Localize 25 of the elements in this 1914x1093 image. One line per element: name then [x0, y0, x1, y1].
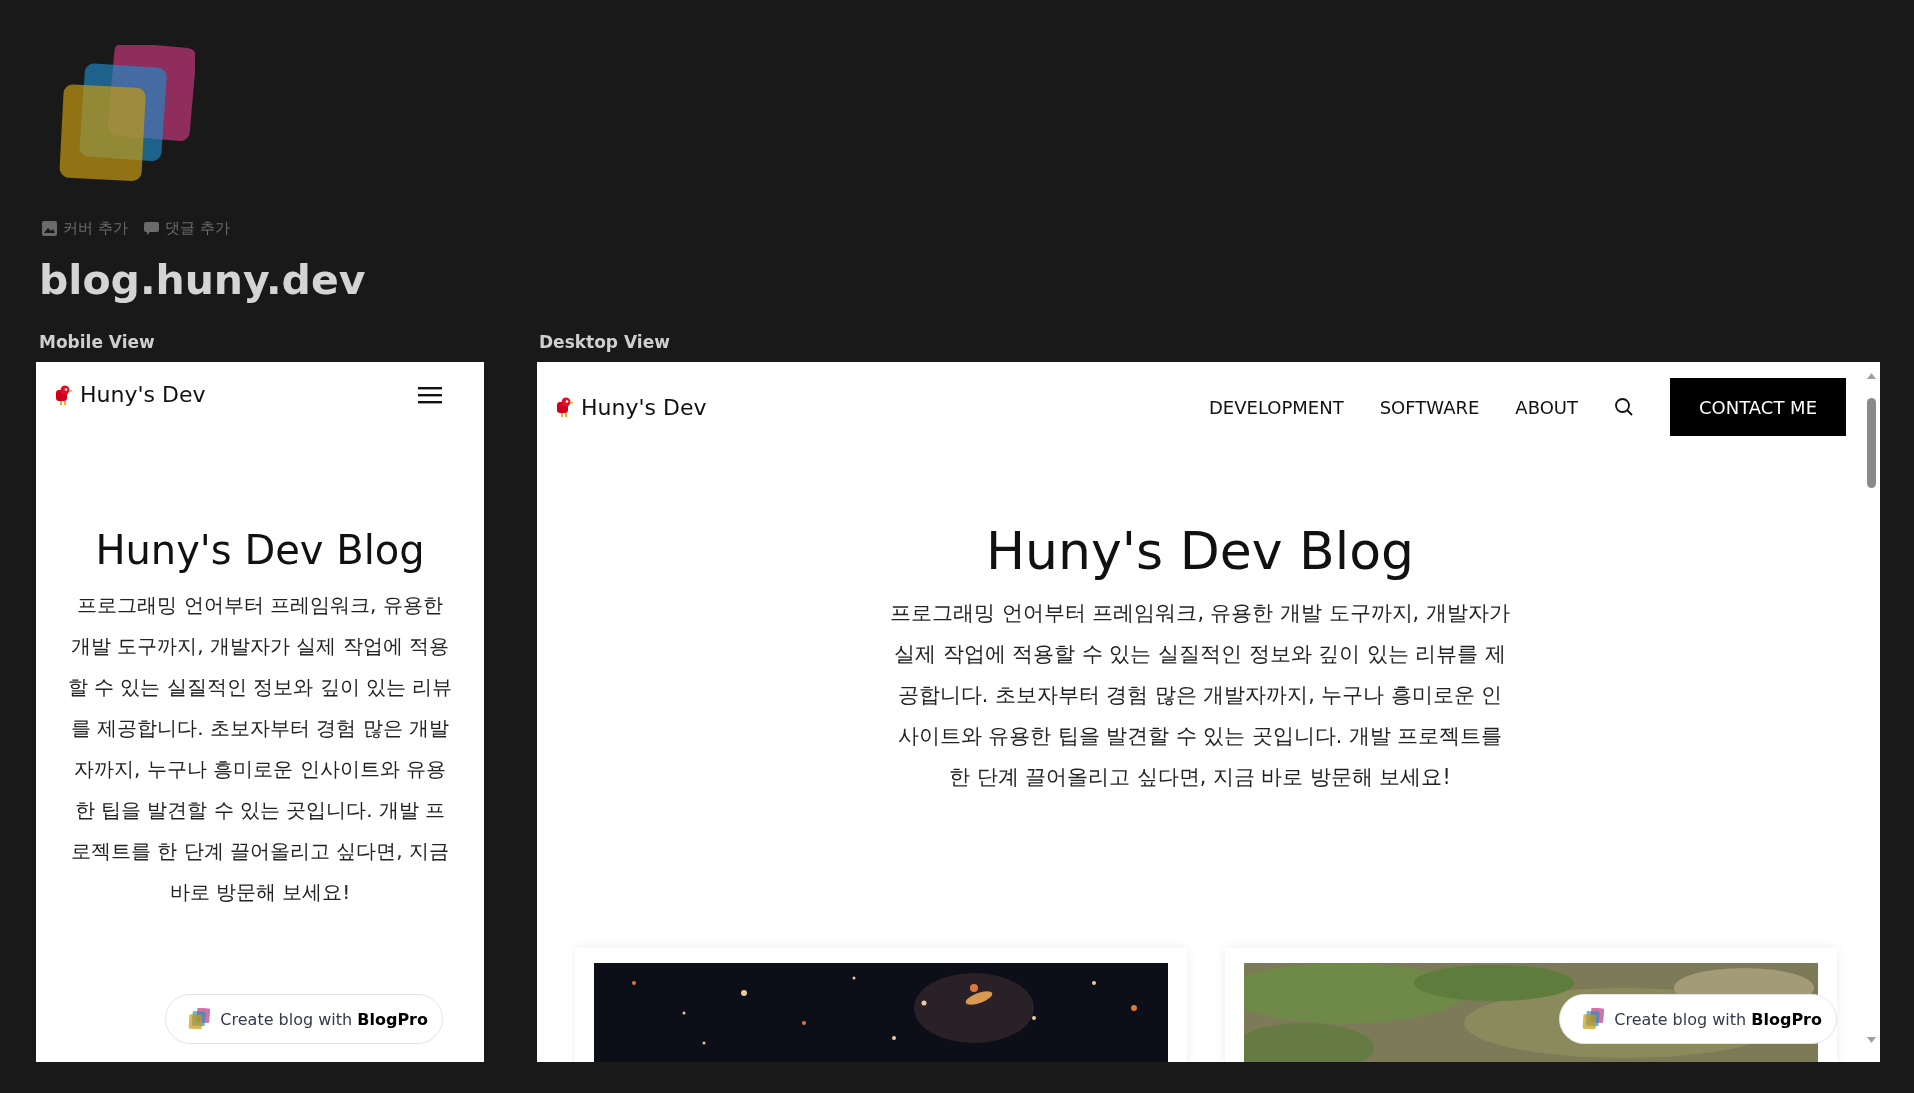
comment-icon [143, 221, 159, 236]
hero-text: 프로그래밍 언어부터 프레임워크, 유용한 개발 도구까지, 개발자가 실제 작업에 적용할 수 있는 실질적인 정보와 깊이 있는 리뷰를 제공합니다. 초보자부터 경험 많은 개발자까지, 누구나 흥미로운 인사이트와 유용한 팁을 발견할 수 있는 곳입니다. 개발 프로젝트를 한 단계 끌어올리고 싶다면, 지금 바로 방문해 보세요! [67, 592, 453, 906]
bird-icon [555, 396, 573, 418]
nav-link[interactable]: SOFTWARE [1379, 396, 1480, 418]
create-blog-link[interactable]: Create blog with BlogPro [165, 994, 443, 1044]
hero-title: Huny's Dev Blog [985, 521, 1415, 581]
view-label: Mobile View [39, 332, 156, 352]
blogpro-logo-icon [188, 1008, 211, 1030]
menu-button[interactable] [418, 384, 442, 405]
contact-button[interactable]: CONTACT ME [1670, 378, 1846, 436]
create-blog-link[interactable]: Create blog with BlogPro [1559, 994, 1837, 1044]
bird-icon [54, 383, 72, 406]
page-title: blog.huny.dev [39, 256, 367, 304]
nav-link[interactable]: ABOUT [1515, 396, 1578, 418]
image-icon [42, 221, 57, 236]
brand-name: Huny's Dev [80, 382, 206, 407]
hero-title: Huny's Dev Blog [94, 527, 426, 573]
nav-link[interactable]: DEVELOPMENT [1209, 396, 1344, 418]
view-label: Desktop View [539, 332, 671, 352]
search-icon[interactable] [1614, 397, 1634, 417]
post-card[interactable] [575, 948, 1187, 1062]
menu-icon [418, 384, 442, 405]
brand-name: Huny's Dev [581, 394, 707, 420]
blogpro-logo-icon [1582, 1008, 1605, 1030]
hero-text: 프로그래밍 언어부터 프레임워크, 유용한 개발 도구까지, 개발자가 실제 작업에 적용할 수 있는 실질적인 정보와 깊이 있는 리뷰를 제공합니다. 초보자부터 경험 많은 개발자까지, 누구나 흥미로운 인사이트와 유용한 팁을 발견할 수 있는 곳입니다. 개발 프로젝트를 한 단계 끌어올리고 싶다면, 지금 바로 방문해 보세요! [890, 600, 1510, 791]
